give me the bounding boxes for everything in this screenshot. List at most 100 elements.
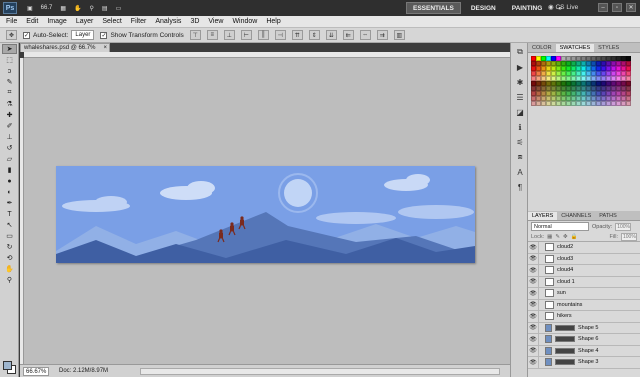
document-canvas[interactable] bbox=[56, 166, 475, 263]
distribute-bottom-icon[interactable]: ⇊ bbox=[325, 30, 337, 40]
lock-position-icon[interactable]: ✥ bbox=[563, 234, 568, 240]
minimize-button[interactable]: – bbox=[598, 3, 608, 12]
align-top-icon[interactable]: ⊤ bbox=[189, 30, 201, 40]
tab-styles[interactable]: STYLES bbox=[594, 44, 623, 52]
tab-layers[interactable]: LAYERS bbox=[528, 212, 558, 220]
lock-image-icon[interactable]: ✎ bbox=[555, 234, 560, 240]
swatch-grid[interactable] bbox=[528, 53, 640, 106]
bridge-icon[interactable]: ▣ bbox=[27, 5, 33, 12]
visibility-eye-icon[interactable]: 👁 bbox=[528, 264, 539, 276]
brush-tool-icon[interactable]: ✐ bbox=[2, 121, 17, 131]
auto-select-dropdown[interactable]: Layer bbox=[71, 30, 95, 40]
clone-source-icon[interactable]: ⧈ bbox=[513, 151, 527, 163]
auto-select-checkbox[interactable]: ✓ bbox=[23, 31, 30, 39]
distribute-middle-icon[interactable]: ⇕ bbox=[308, 30, 320, 40]
adjustments-panel-icon[interactable]: ☰ bbox=[513, 91, 527, 103]
lock-all-icon[interactable]: 🔒 bbox=[571, 234, 578, 240]
history-brush-tool-icon[interactable]: ↺ bbox=[2, 143, 17, 153]
align-center-icon[interactable]: ║ bbox=[257, 30, 269, 40]
swatch-cell[interactable] bbox=[626, 101, 631, 106]
opacity-field[interactable]: 100% bbox=[615, 222, 632, 231]
marquee-tool-icon[interactable]: ⬚ bbox=[2, 55, 17, 65]
distribute-top-icon[interactable]: ⇈ bbox=[291, 30, 303, 40]
brushes-panel-icon[interactable]: ⚟ bbox=[513, 136, 527, 148]
document-size[interactable]: Doc: 2.12M/8.97M bbox=[59, 368, 108, 374]
menu-3d[interactable]: 3D bbox=[190, 18, 199, 25]
layer-row[interactable]: 👁 cloud 1 bbox=[528, 276, 640, 288]
auto-align-icon[interactable]: ▥ bbox=[393, 30, 405, 40]
align-middle-icon[interactable]: ≡ bbox=[206, 30, 218, 40]
layer-row[interactable]: 👁 cloud4 bbox=[528, 264, 640, 277]
hand-icon[interactable]: ✋ bbox=[74, 5, 81, 12]
menu-analysis[interactable]: Analysis bbox=[155, 18, 181, 25]
workspace-design[interactable]: DESIGN bbox=[465, 2, 502, 14]
blend-mode-dropdown[interactable]: Normal bbox=[531, 222, 589, 231]
layer-row[interactable]: 👁 cloud3 bbox=[528, 253, 640, 265]
visibility-eye-icon[interactable]: 👁 bbox=[528, 345, 539, 357]
menu-help[interactable]: Help bbox=[266, 18, 280, 25]
workspace-essentials[interactable]: ESSENTIALS bbox=[406, 2, 461, 14]
tab-paths[interactable]: PATHS bbox=[595, 212, 621, 220]
visibility-eye-icon[interactable]: 👁 bbox=[528, 322, 539, 334]
blur-tool-icon[interactable]: ● bbox=[2, 176, 17, 186]
zoom-field[interactable]: 66.67% bbox=[23, 366, 49, 376]
shape-tool-icon[interactable]: ▭ bbox=[2, 231, 17, 241]
menu-filter[interactable]: Filter bbox=[131, 18, 147, 25]
distribute-center-icon[interactable]: ⇔ bbox=[359, 30, 371, 40]
layer-row[interactable]: 👁 hikers bbox=[528, 310, 640, 323]
layer-row[interactable]: 👁 Shape 6 bbox=[528, 333, 640, 346]
masks-panel-icon[interactable]: ◪ bbox=[513, 106, 527, 118]
gradient-tool-icon[interactable]: ▮ bbox=[2, 165, 17, 175]
lasso-tool-icon[interactable]: ↄ bbox=[2, 66, 17, 76]
quick-select-tool-icon[interactable]: ✎ bbox=[2, 77, 17, 87]
layer-row[interactable]: 👁 Shape 5 bbox=[528, 322, 640, 334]
foreground-color-swatch[interactable] bbox=[3, 361, 12, 370]
zoom-tool-icon[interactable]: ⚲ bbox=[2, 275, 17, 285]
fill-field[interactable]: 100% bbox=[621, 232, 637, 241]
close-button[interactable]: ✕ bbox=[626, 3, 636, 12]
cs-live-button[interactable]: ◉ CS Live bbox=[548, 3, 578, 11]
path-select-tool-icon[interactable]: ↖ bbox=[2, 220, 17, 230]
menu-image[interactable]: Image bbox=[47, 18, 66, 25]
pen-tool-icon[interactable]: ✒ bbox=[2, 198, 17, 208]
menu-window[interactable]: Window bbox=[232, 18, 257, 25]
lock-transparent-icon[interactable]: ▦ bbox=[547, 234, 552, 240]
3d-rotate-tool-icon[interactable]: ↻ bbox=[2, 242, 17, 252]
menu-layer[interactable]: Layer bbox=[76, 18, 94, 25]
color-sampler-icon[interactable]: ✱ bbox=[513, 76, 527, 88]
menu-select[interactable]: Select bbox=[102, 18, 121, 25]
paragraph-panel-icon[interactable]: ¶ bbox=[513, 181, 527, 193]
layer-row[interactable]: 👁 cloud2 bbox=[528, 241, 640, 254]
move-tool-icon[interactable]: ➤ bbox=[2, 44, 17, 54]
layer-row[interactable]: 👁 Shape 4 bbox=[528, 345, 640, 357]
menu-view[interactable]: View bbox=[208, 18, 223, 25]
layer-row[interactable]: 👁 Shape 3 bbox=[528, 356, 640, 369]
distribute-right-icon[interactable]: ⇉ bbox=[376, 30, 388, 40]
zoom-level[interactable]: 66.7 bbox=[41, 5, 53, 11]
visibility-eye-icon[interactable]: 👁 bbox=[528, 253, 539, 265]
tab-channels[interactable]: CHANNELS bbox=[557, 212, 595, 220]
hand-tool-icon[interactable]: ✋ bbox=[2, 264, 17, 274]
arrange-icon[interactable]: ▤ bbox=[102, 5, 108, 12]
visibility-eye-icon[interactable]: 👁 bbox=[528, 241, 539, 253]
tab-color[interactable]: COLOR bbox=[528, 44, 556, 52]
show-transform-checkbox[interactable]: ✓ bbox=[100, 31, 108, 39]
visibility-eye-icon[interactable]: 👁 bbox=[528, 333, 539, 345]
menu-file[interactable]: File bbox=[6, 18, 17, 25]
history-panel-icon[interactable]: ⧉ bbox=[513, 46, 527, 58]
tab-swatches[interactable]: SWATCHES bbox=[555, 44, 595, 52]
workspace-painting[interactable]: PAINTING bbox=[506, 2, 549, 14]
crop-tool-icon[interactable]: ⌗ bbox=[2, 88, 17, 98]
zoom-tool-icon[interactable]: ⚲ bbox=[90, 5, 94, 12]
clone-stamp-tool-icon[interactable]: ⊥ bbox=[2, 132, 17, 142]
actions-panel-icon[interactable]: ▶ bbox=[513, 61, 527, 73]
align-bottom-icon[interactable]: ⊥ bbox=[223, 30, 235, 40]
layer-row[interactable]: 👁 sun bbox=[528, 287, 640, 300]
maximize-button[interactable]: ▫ bbox=[612, 3, 622, 12]
align-right-icon[interactable]: ⊣ bbox=[274, 30, 286, 40]
info-panel-icon[interactable]: ℹ bbox=[513, 121, 527, 133]
eyedropper-tool-icon[interactable]: ⚗ bbox=[2, 99, 17, 109]
visibility-eye-icon[interactable]: 👁 bbox=[528, 276, 539, 288]
visibility-eye-icon[interactable]: 👁 bbox=[528, 356, 539, 368]
menu-edit[interactable]: Edit bbox=[26, 18, 38, 25]
